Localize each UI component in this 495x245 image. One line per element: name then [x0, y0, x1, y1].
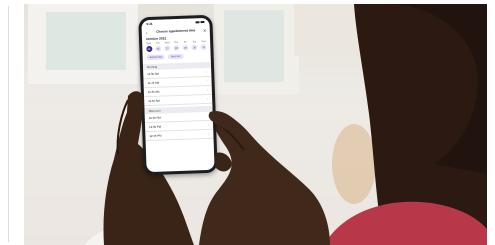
page-divider [8, 6, 9, 242]
slot-time: 11:45 AM [148, 98, 160, 104]
slot-time: 12:45 PM [149, 133, 162, 139]
phone-screen: 9:41 ‹ Choose appointment time ✕ October… [141, 17, 215, 173]
battery-icon [200, 21, 205, 24]
appointment-photo: 9:41 ‹ Choose appointment time ✕ October… [24, 4, 487, 245]
quick-filter-chips: Earliest slot Next slot [142, 50, 210, 62]
signal-icon [195, 21, 200, 24]
smartphone: 9:41 ‹ Choose appointment time ✕ October… [138, 14, 218, 176]
day-number: 30 [191, 44, 198, 51]
day-number: 26 [154, 45, 162, 52]
day-label: Thu [174, 40, 179, 45]
day-number: 27 [164, 45, 171, 52]
slot-time: 12:30 PM [148, 115, 161, 121]
window-pane-center [224, 10, 284, 82]
screen-title: Choose appointment time [156, 28, 196, 34]
chip-next[interactable]: Next slot [167, 53, 184, 60]
chevron-right-icon: › [208, 131, 210, 136]
chevron-right-icon: › [206, 78, 208, 83]
chevron-right-icon: › [206, 69, 208, 75]
window-pane-left [46, 12, 126, 70]
day-number: 28 [173, 44, 180, 52]
day-label: Wed [164, 41, 170, 45]
day[interactable]: Thu 28 [173, 40, 180, 52]
day-label: Mon [146, 41, 152, 46]
day[interactable]: Tue 26 [154, 41, 162, 52]
back-icon[interactable]: ‹ [145, 29, 149, 35]
day-number: 31 [200, 43, 207, 51]
day-number: 29 [182, 44, 189, 51]
day-label: Fri [183, 40, 187, 44]
day-label: Sun [201, 40, 206, 44]
chevron-right-icon: › [207, 122, 210, 127]
time-slot[interactable]: 11:45 AM › [144, 94, 213, 107]
time-slot[interactable]: 12:45 PM › [145, 129, 214, 142]
day[interactable]: Fri 29 [182, 41, 189, 51]
slot-time: 11:45 AM [147, 80, 160, 86]
close-icon[interactable]: ✕ [203, 27, 207, 32]
day[interactable]: Sat 30 [191, 40, 198, 51]
day-label: Sat [192, 40, 197, 44]
chevron-right-icon: › [206, 87, 208, 92]
chevron-right-icon: › [207, 96, 209, 101]
background-scene [24, 4, 487, 245]
day[interactable]: Wed 27 [163, 41, 171, 52]
day-selected[interactable]: Mon 25 [145, 41, 152, 53]
slot-time: 11:45 AM [147, 89, 160, 95]
slot-time: 12:30 PM [149, 124, 162, 130]
status-icons [195, 21, 205, 24]
status-time: 9:41 [146, 21, 153, 27]
chevron-right-icon: › [207, 113, 209, 118]
day-number: 25 [145, 45, 152, 53]
slot-time: 11:30 AM [147, 71, 159, 77]
chip-earliest[interactable]: Earliest slot [146, 54, 166, 61]
warm-blur [332, 124, 376, 204]
day[interactable]: Sun 31 [200, 40, 207, 51]
day-label: Tue [155, 41, 160, 45]
